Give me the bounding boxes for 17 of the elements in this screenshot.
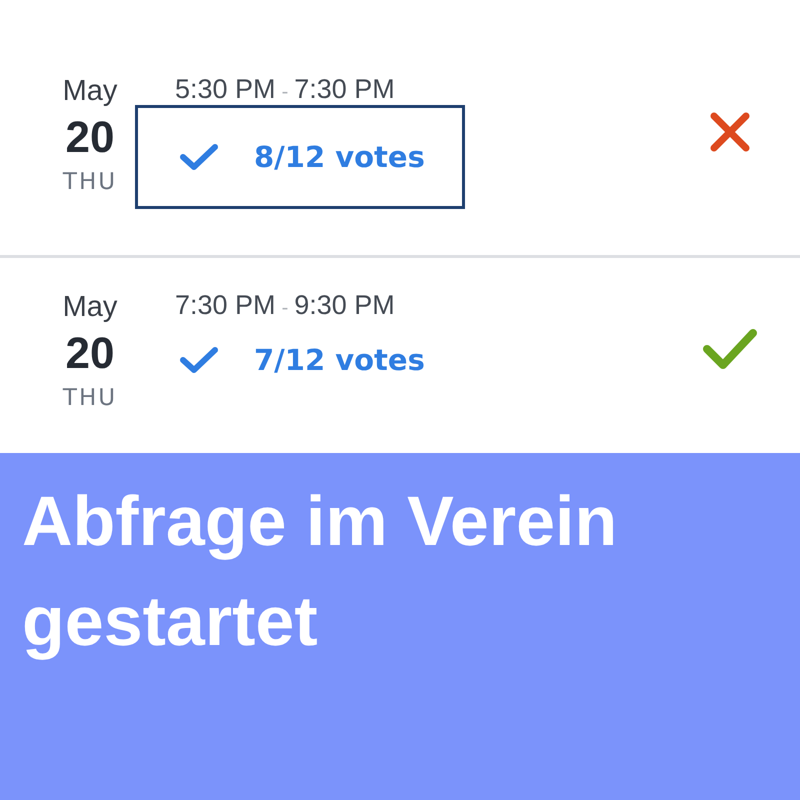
weekday-label: THU	[62, 168, 118, 197]
checkmark-icon	[178, 345, 220, 375]
end-time: 7:30 PM	[294, 73, 395, 106]
day-number: 20	[66, 112, 114, 164]
day-number: 20	[66, 328, 114, 380]
checkmark-icon	[178, 142, 220, 172]
time-separator: -	[282, 296, 288, 321]
time-separator: -	[282, 80, 288, 105]
weekday-label: THU	[62, 384, 118, 413]
start-time: 5:30 PM	[175, 73, 276, 106]
month-label: May	[62, 74, 118, 109]
vote-count: 8/12 votes	[254, 140, 425, 174]
vote-count: 7/12 votes	[254, 343, 425, 377]
month-label: May	[62, 290, 118, 325]
start-time: 7:30 PM	[175, 289, 276, 322]
end-time: 9:30 PM	[294, 289, 395, 322]
headline-text: Abfrage im Verein gestartet	[22, 481, 618, 662]
